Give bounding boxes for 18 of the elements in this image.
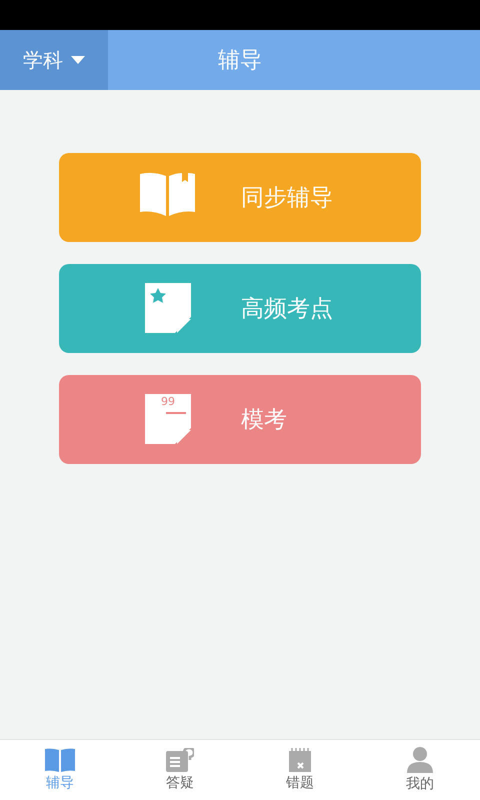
book-icon: [45, 748, 75, 772]
book-icon: [140, 172, 195, 216]
calendar-x-icon: [289, 748, 311, 772]
nav-tab[interactable]: 辅导: [0, 740, 120, 800]
nav-tab[interactable]: 我的: [360, 740, 480, 800]
menu-card[interactable]: 同步辅导: [59, 153, 421, 242]
score-number: 99: [161, 394, 175, 408]
page-title: 辅导: [218, 47, 262, 75]
menu-card[interactable]: 高频考点: [59, 264, 421, 353]
nav-tab[interactable]: 答疑: [120, 740, 240, 800]
note-question-icon: [166, 748, 194, 772]
caret-icon: [71, 56, 85, 64]
nav-tab[interactable]: 错题: [240, 740, 360, 800]
page-star-icon: [144, 282, 190, 334]
score-page-icon: [144, 394, 190, 446]
menu-card[interactable]: 99 模考: [59, 375, 421, 464]
subject-dropdown[interactable]: 学科: [0, 30, 108, 90]
person-icon: [407, 747, 433, 773]
